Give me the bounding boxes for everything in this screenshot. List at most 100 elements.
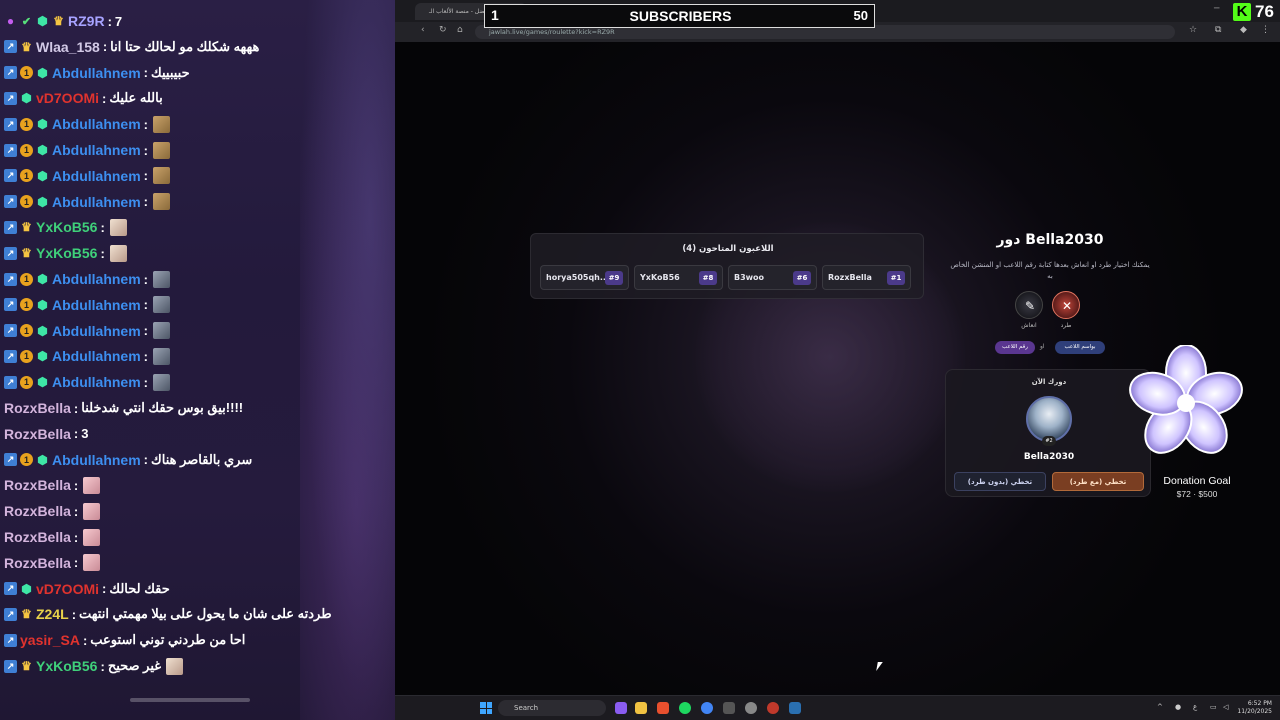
chat-username[interactable]: RozxBella	[4, 426, 71, 442]
chrome-icon[interactable]	[701, 702, 713, 714]
extensions-icon[interactable]: ⧉	[1215, 25, 1221, 35]
chat-message: ↗ ♛ Wlaa_158 : هههه شكلك مو لحالك حتا انا	[4, 36, 259, 58]
file-explorer-icon[interactable]	[635, 702, 647, 714]
player-name: horya505qh...	[546, 273, 606, 282]
app-icon[interactable]	[767, 702, 779, 714]
subscriber-badge-icon: ↗	[4, 582, 17, 596]
back-icon[interactable]: ‹	[421, 25, 425, 35]
chat-text: 3	[81, 426, 89, 442]
tier-badge-icon: 1	[20, 453, 33, 467]
chat-separator: :	[102, 581, 107, 597]
chat-panel: ● ✔ ⬢ ♛ RZ9R : 7 ↗ ♛ Wlaa_158 : هههه شكلك مو لح…	[0, 0, 395, 720]
chat-username[interactable]: Abdullahnem	[52, 348, 141, 364]
clock-time: 6:52 PM	[1247, 700, 1272, 707]
chat-separator: :	[73, 529, 79, 545]
chat-username[interactable]: YxKoB56	[36, 219, 97, 235]
chat-username[interactable]: RozxBella	[4, 477, 71, 493]
player-chip[interactable]: YxKoB56 #8	[634, 265, 723, 290]
microphone-badge-icon: ●	[6, 14, 15, 28]
chat-separator: :	[73, 503, 79, 519]
chat-username[interactable]: Abdullahnem	[52, 271, 141, 287]
microphone-icon[interactable]: ●	[1175, 703, 1181, 711]
chat-username[interactable]: vD7OOMi	[36, 581, 99, 597]
skip-without-kick-button[interactable]: تخطي (بدون طرد)	[954, 472, 1046, 491]
chat-emote	[153, 347, 171, 365]
profile-icon[interactable]: ◆	[1240, 25, 1247, 35]
chat-username[interactable]: RozxBella	[4, 400, 71, 416]
player-number: #9	[605, 271, 623, 285]
chat-username[interactable]: Abdullahnem	[52, 168, 141, 184]
chat-username[interactable]: vD7OOMi	[36, 90, 99, 106]
chat-username[interactable]: YxKoB56	[36, 245, 97, 261]
app-icon[interactable]	[723, 702, 735, 714]
obs-icon[interactable]	[745, 702, 757, 714]
chat-username[interactable]: Z24L	[36, 606, 69, 622]
chat-username[interactable]: Abdullahnem	[52, 452, 141, 468]
chat-message: ↗ 1 ⬢ Abdullahnem :	[4, 345, 171, 367]
chat-emote	[153, 296, 171, 314]
chat-username[interactable]: RozxBella	[4, 529, 71, 545]
crown-badge-icon: ♛	[21, 39, 32, 54]
chat-username[interactable]: Abdullahnem	[52, 297, 141, 313]
chat-username[interactable]: Wlaa_158	[36, 39, 100, 55]
spotify-icon[interactable]	[679, 702, 691, 714]
chat-username[interactable]: Abdullahnem	[52, 374, 141, 390]
player-chip[interactable]: horya505qh... #9	[540, 265, 629, 290]
brave-icon[interactable]	[657, 702, 669, 714]
reload-icon[interactable]: ↻	[439, 25, 447, 35]
language-icon[interactable]: ع	[1193, 703, 1197, 711]
chat-username[interactable]: YxKoB56	[36, 658, 97, 674]
windows-start-icon[interactable]	[480, 702, 492, 714]
taskbar-search[interactable]: Search	[498, 700, 606, 716]
player-chip[interactable]: RozxBella #1	[822, 265, 911, 290]
chat-separator: :	[143, 452, 149, 468]
chat-separator: :	[107, 13, 112, 29]
chat-username[interactable]: RozxBella	[4, 503, 71, 519]
subscriber-badge-icon: ↗	[4, 453, 17, 467]
network-icon[interactable]: ▭	[1210, 703, 1217, 711]
chat-username[interactable]: RozxBella	[4, 555, 71, 571]
skip-with-kick-button[interactable]: تخطي (مع طرد)	[1052, 472, 1144, 491]
subscriber-badge-icon: ↗	[4, 117, 17, 131]
chat-username[interactable]: Abdullahnem	[52, 116, 141, 132]
subscribers-label: SUBSCRIBERS	[629, 8, 732, 24]
subscriber-badge-icon: ↗	[4, 298, 17, 312]
crown-badge-icon: ♛	[53, 14, 64, 28]
tier-badge-icon: 1	[20, 195, 33, 209]
chat-text: بيق بوس حقك انتي شدخلنا!!!!	[81, 400, 244, 415]
clock[interactable]: 6:52 PM 11/20/2025	[1236, 700, 1272, 716]
chevron-up-icon[interactable]: ^	[1157, 703, 1163, 711]
moderator-badge-icon: ⬢	[37, 168, 48, 183]
player-number-pill[interactable]: رقم اللاعب	[995, 341, 1035, 354]
chat-message: ↗ ♛ YxKoB56 :	[4, 242, 127, 264]
chat-separator: :	[143, 348, 149, 364]
player-chip[interactable]: B3woo #6	[728, 265, 817, 290]
minimize-icon[interactable]: ─	[1214, 4, 1219, 14]
chat-message: ↗ 1 ⬢ Abdullahnem :	[4, 165, 171, 187]
chat-emote	[153, 141, 171, 159]
chat-message: ↗ ♛ Z24L : طردته على شان ما يحول على بيلا …	[4, 603, 332, 625]
flower-icon	[1129, 345, 1243, 454]
chat-username[interactable]: yasir_SA	[20, 632, 80, 648]
chat-username[interactable]: Abdullahnem	[52, 194, 141, 210]
star-icon[interactable]: ☆	[1189, 25, 1197, 35]
kick-button[interactable]: ✕	[1052, 291, 1080, 319]
menu-icon[interactable]: ⋮	[1261, 25, 1270, 35]
player-mention-pill[interactable]: بواسم اللاعب	[1055, 341, 1105, 354]
tier-badge-icon: 1	[20, 324, 33, 338]
home-icon[interactable]: ⌂	[457, 25, 463, 35]
steam-icon[interactable]	[789, 702, 801, 714]
chat-message: ↗ 1 ⬢ Abdullahnem :	[4, 113, 171, 135]
discord-icon[interactable]	[615, 702, 627, 714]
chat-message: ↗ ⬢ vD7OOMi : حقك لحالك	[4, 578, 170, 600]
chat-username[interactable]: Abdullahnem	[52, 323, 141, 339]
chat-username[interactable]: Abdullahnem	[52, 65, 141, 81]
chat-username[interactable]: RZ9R	[68, 13, 105, 29]
volume-icon[interactable]: ◁	[1223, 703, 1228, 711]
chat-text: 7	[114, 13, 123, 29]
kick-icon: ✕	[1061, 299, 1073, 313]
chat-text: حبيبييك	[151, 64, 190, 80]
chat-username[interactable]: Abdullahnem	[52, 142, 141, 158]
revive-button[interactable]: ✎	[1015, 291, 1043, 319]
chat-scrollbar[interactable]	[130, 698, 250, 702]
